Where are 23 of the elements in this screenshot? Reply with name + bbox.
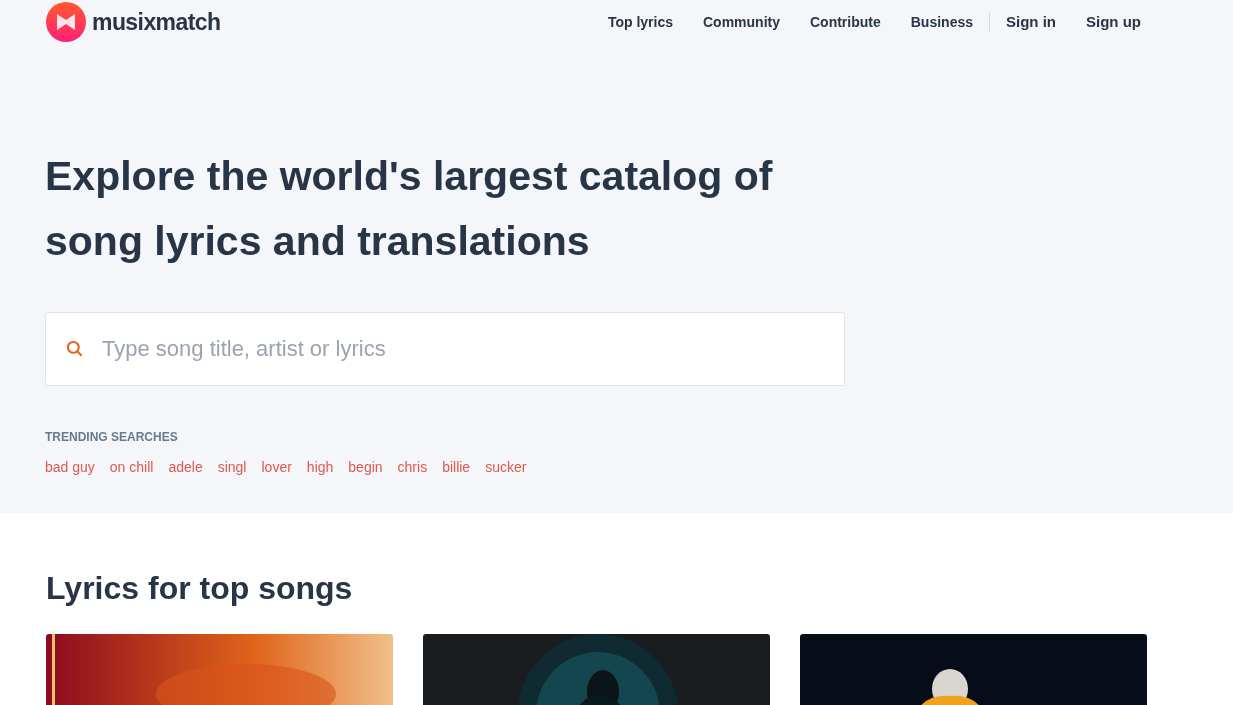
account-link[interactable]: Sign in (991, 10, 1071, 34)
hero-heading: Explore the world's largest catalog of song lyrics and translations (45, 152, 774, 266)
nav-link[interactable]: Community (688, 11, 795, 33)
search-icon (65, 339, 85, 359)
trending-label: TRENDING SEARCHES (45, 429, 179, 446)
trending-link[interactable]: singl (217, 457, 247, 478)
trending-link[interactable]: begin (348, 457, 383, 478)
account-link[interactable]: Sign up (1071, 10, 1156, 34)
nav-link[interactable]: Top lyrics (592, 11, 688, 33)
logo-icon[interactable] (46, 2, 86, 42)
trending-link[interactable]: billie (442, 457, 471, 478)
trending-link[interactable]: bad guy (45, 457, 95, 478)
trending-link[interactable]: chris (397, 457, 428, 478)
trending-link[interactable]: adele (168, 457, 203, 478)
search-field[interactable]: Type song title, artist or lyrics (45, 312, 845, 386)
nav-link[interactable]: Business (895, 11, 988, 33)
trending-link[interactable]: lover (261, 457, 292, 478)
trending-link[interactable]: high (306, 457, 334, 478)
section-title: Lyrics for top songs (46, 569, 354, 608)
trending-link[interactable]: on chill (109, 457, 154, 478)
logo-text: musixmatch (92, 7, 221, 37)
nav-link[interactable]: Contribute (795, 11, 896, 33)
trending-link[interactable]: sucker (485, 457, 527, 478)
